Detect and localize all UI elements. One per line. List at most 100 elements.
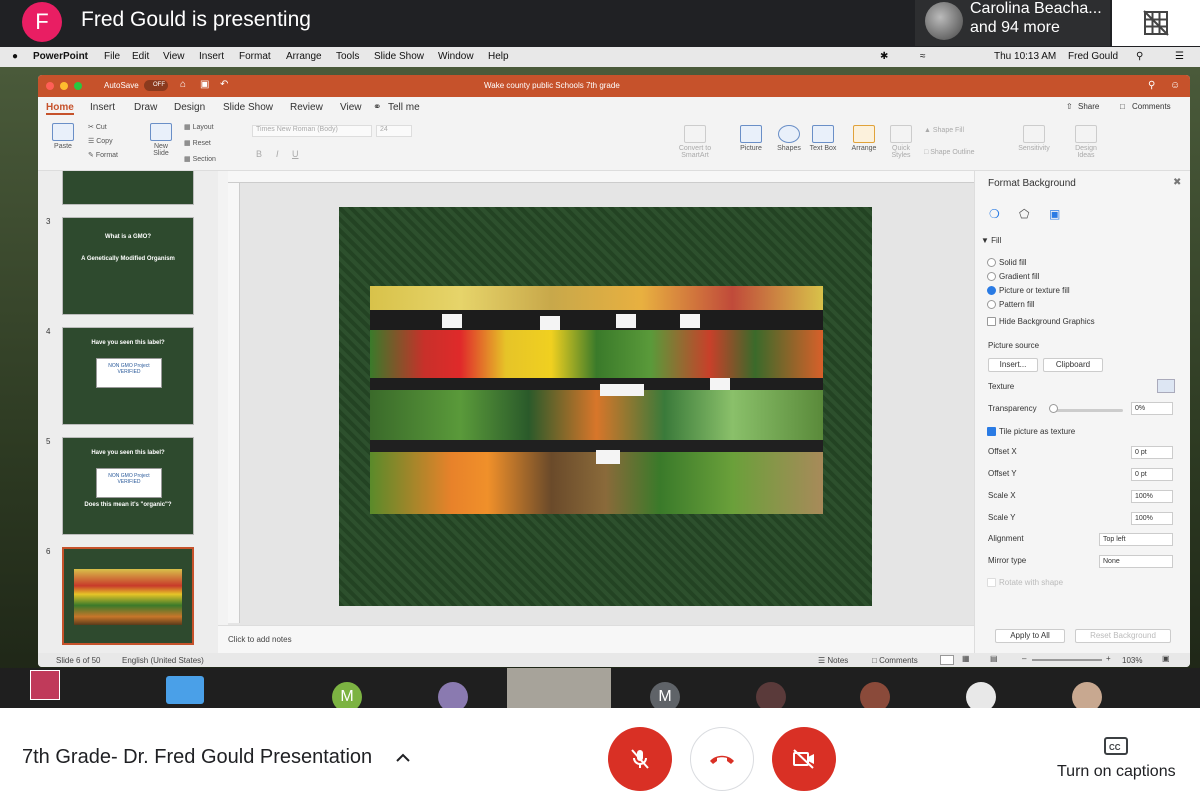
reset-button[interactable]: ▦ Reset: [184, 139, 211, 147]
cut-button[interactable]: ✂ Cut: [88, 123, 107, 131]
normal-view-icon[interactable]: [940, 655, 954, 665]
captions-label[interactable]: Turn on captions: [1057, 763, 1176, 781]
fill-line-icon[interactable]: ❍: [989, 207, 1000, 221]
account-icon[interactable]: ☺: [1170, 80, 1180, 91]
picture-image-icon[interactable]: ▣: [1049, 207, 1060, 221]
font-size-select[interactable]: 24: [376, 125, 412, 137]
notes-pane[interactable]: Click to add notes: [218, 625, 974, 653]
close-window-icon[interactable]: [46, 82, 54, 90]
italic-button[interactable]: I: [276, 149, 279, 159]
tab-slide-show[interactable]: Slide Show: [223, 102, 273, 113]
language-indicator[interactable]: English (United States): [122, 656, 204, 665]
tab-home[interactable]: Home: [46, 102, 74, 115]
arrange-button[interactable]: Arrange: [846, 125, 882, 152]
apply-to-all-button[interactable]: Apply to All: [995, 629, 1065, 643]
menu-user[interactable]: Fred Gould: [1068, 51, 1118, 62]
comments-icon[interactable]: □: [1120, 102, 1125, 111]
undo-icon[interactable]: ↶: [220, 79, 228, 90]
autosave-toggle[interactable]: OFF: [144, 80, 168, 91]
font-family-select[interactable]: Times New Roman (Body): [252, 125, 372, 137]
bluetooth-icon[interactable]: ✱: [880, 51, 888, 62]
zoom-level[interactable]: 103%: [1122, 656, 1142, 665]
control-center-icon[interactable]: ☰: [1175, 51, 1184, 62]
tell-me-search[interactable]: Tell me: [388, 102, 420, 113]
bold-button[interactable]: B: [256, 149, 262, 159]
spotlight-icon[interactable]: ⚲: [1136, 51, 1143, 62]
menu-edit[interactable]: Edit: [132, 51, 149, 62]
menu-tools[interactable]: Tools: [336, 51, 359, 62]
zoom-window-icon[interactable]: [74, 82, 82, 90]
home-icon[interactable]: ⌂: [180, 79, 186, 90]
wifi-icon[interactable]: ≈: [920, 51, 926, 62]
offset-x-input[interactable]: 0 pt: [1131, 446, 1173, 459]
menu-slide-show[interactable]: Slide Show: [374, 51, 424, 62]
share-icon[interactable]: ⇧: [1066, 102, 1073, 111]
text-box-button[interactable]: Text Box: [808, 125, 838, 152]
tile-texture-checkbox[interactable]: Tile picture as texture: [987, 427, 1075, 437]
quick-styles-button[interactable]: Quick Styles: [886, 125, 916, 159]
scale-y-input[interactable]: 100%: [1131, 512, 1173, 525]
shape-outline-button[interactable]: □ Shape Outline: [924, 149, 975, 156]
reset-background-button[interactable]: Reset Background: [1075, 629, 1171, 643]
camera-button[interactable]: [772, 727, 836, 791]
section-dropdown[interactable]: ▦ Section: [184, 155, 216, 163]
mirror-type-select[interactable]: None: [1099, 555, 1173, 568]
menu-clock[interactable]: Thu 10:13 AM: [994, 51, 1056, 62]
slide-thumbnail-2[interactable]: [62, 171, 194, 205]
layout-button[interactable]: [1112, 0, 1200, 46]
tab-draw[interactable]: Draw: [134, 102, 157, 113]
close-pane-icon[interactable]: ✖: [1173, 177, 1181, 188]
texture-picker[interactable]: [1157, 379, 1175, 393]
tab-design[interactable]: Design: [174, 102, 205, 113]
transparency-input[interactable]: 0%: [1131, 402, 1173, 415]
sensitivity-button[interactable]: Sensitivity: [1012, 125, 1056, 152]
share-button[interactable]: Share: [1078, 102, 1099, 111]
leave-call-button[interactable]: [690, 727, 754, 791]
slide-thumbnail-4[interactable]: Have you seen this label? NON GMO Projec…: [62, 327, 194, 425]
menu-window[interactable]: Window: [438, 51, 474, 62]
new-slide-button[interactable]: New Slide: [146, 123, 176, 157]
fill-section-toggle[interactable]: ▼ Fill: [981, 236, 1001, 245]
offset-y-input[interactable]: 0 pt: [1131, 468, 1173, 481]
pattern-fill-option[interactable]: Pattern fill: [987, 300, 1035, 310]
minimize-window-icon[interactable]: [60, 82, 68, 90]
picture-fill-option[interactable]: Picture or texture fill: [987, 286, 1070, 296]
slide-thumbnail-3[interactable]: What is a GMO? A Genetically Modified Or…: [62, 217, 194, 315]
captions-button[interactable]: CC: [1104, 736, 1128, 761]
design-ideas-button[interactable]: Design Ideas: [1068, 125, 1104, 159]
tab-review[interactable]: Review: [290, 102, 323, 113]
effects-pentagon-icon[interactable]: ⬠: [1019, 207, 1029, 221]
shape-fill-button[interactable]: ▲ Shape Fill: [924, 127, 964, 134]
menu-insert[interactable]: Insert: [199, 51, 224, 62]
zoom-out-icon[interactable]: –: [1022, 654, 1026, 663]
menu-help[interactable]: Help: [488, 51, 509, 62]
picture-button[interactable]: Picture: [734, 125, 768, 152]
copy-button[interactable]: ☰ Copy: [88, 137, 113, 145]
paste-button[interactable]: Paste: [48, 123, 78, 150]
notes-toggle[interactable]: ☰ Notes: [818, 656, 848, 665]
hide-background-checkbox[interactable]: Hide Background Graphics: [987, 317, 1095, 327]
zoom-slider[interactable]: [1032, 659, 1102, 661]
underline-button[interactable]: U: [292, 149, 299, 159]
reading-view-icon[interactable]: ▤: [990, 654, 998, 663]
gradient-fill-option[interactable]: Gradient fill: [987, 272, 1039, 282]
menu-arrange[interactable]: Arrange: [286, 51, 322, 62]
chevron-up-icon[interactable]: [393, 748, 413, 773]
scale-x-input[interactable]: 100%: [1131, 490, 1173, 503]
comments-toggle[interactable]: □ Comments: [872, 656, 918, 665]
transparency-slider-thumb[interactable]: [1049, 404, 1058, 413]
produce-shelf-image[interactable]: [370, 286, 823, 514]
tab-view[interactable]: View: [340, 102, 362, 113]
transparency-slider[interactable]: [1053, 409, 1123, 412]
slide-thumbnail-5[interactable]: Have you seen this label? NON GMO Projec…: [62, 437, 194, 535]
menu-file[interactable]: File: [104, 51, 120, 62]
alignment-select[interactable]: Top left: [1099, 533, 1173, 546]
comments-button[interactable]: Comments: [1132, 102, 1171, 111]
format-painter-button[interactable]: ✎ Format: [88, 151, 118, 159]
search-icon[interactable]: ⚲: [1148, 80, 1155, 91]
save-icon[interactable]: ▣: [200, 79, 209, 90]
menu-powerpoint[interactable]: PowerPoint: [33, 51, 88, 62]
apple-icon[interactable]: ●: [12, 51, 18, 62]
fit-to-window-icon[interactable]: ▣: [1162, 654, 1170, 663]
microphone-button[interactable]: [608, 727, 672, 791]
